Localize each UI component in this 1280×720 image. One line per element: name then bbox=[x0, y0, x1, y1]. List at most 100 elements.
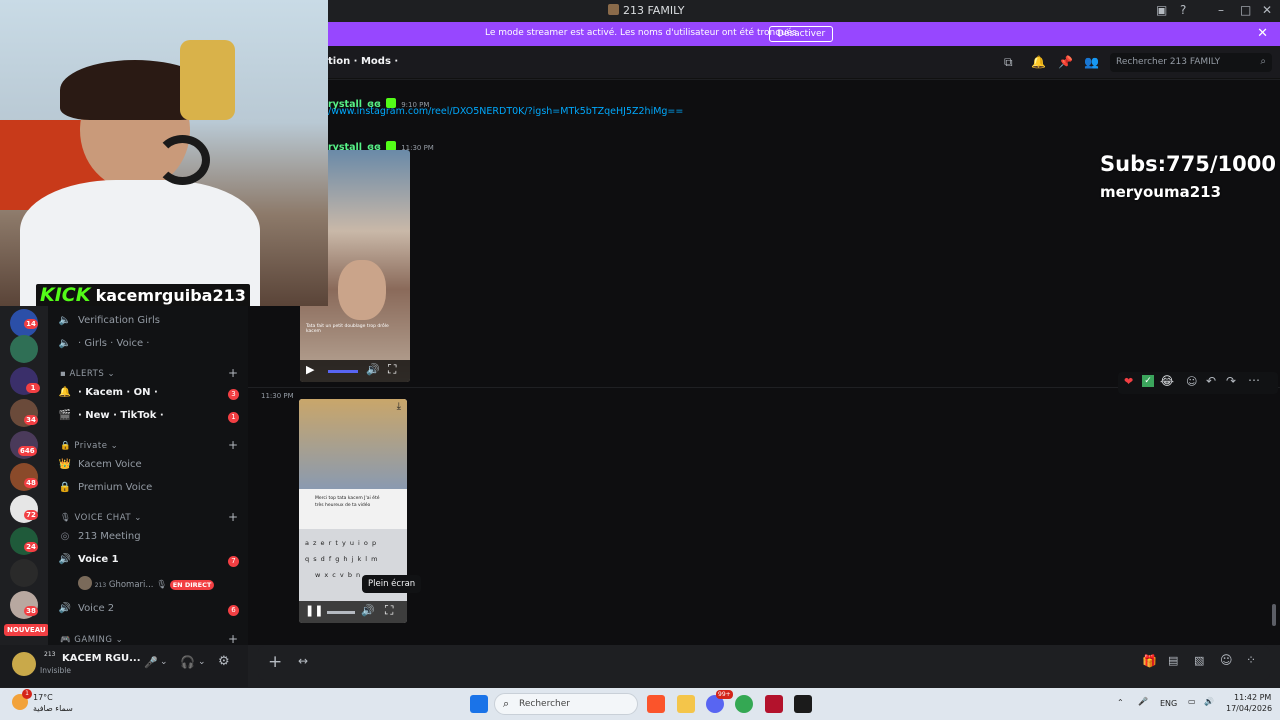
download-icon[interactable]: ⤓ bbox=[397, 401, 401, 412]
pin-icon[interactable]: 📌 bbox=[1058, 55, 1073, 69]
video-progress[interactable] bbox=[328, 370, 358, 373]
more-icon[interactable]: ⋯ bbox=[1248, 373, 1260, 387]
add-channel-icon[interactable]: + bbox=[228, 366, 238, 380]
add-reaction-icon[interactable]: ☺ bbox=[1186, 375, 1197, 388]
server-icon-9[interactable] bbox=[10, 559, 38, 587]
fullscreen-icon[interactable]: ⛶ bbox=[388, 362, 396, 377]
chevron-down-icon[interactable]: ⌄ bbox=[160, 657, 168, 667]
screen-share-icon[interactable]: ▣ bbox=[1156, 3, 1167, 17]
minimize-button[interactable]: – bbox=[1218, 3, 1224, 17]
volume-icon[interactable]: 🔊 bbox=[1204, 697, 1214, 706]
channel-213-meeting[interactable]: ◎ 213 Meeting bbox=[58, 531, 238, 549]
headphones-icon[interactable]: 🎧 bbox=[180, 655, 195, 669]
video-caption: Tata fait un petit doublage trop drôle k… bbox=[306, 324, 389, 334]
voice-user-name: Ghomari... bbox=[108, 580, 154, 590]
server-badge: 34 bbox=[24, 415, 38, 425]
attach-plus-icon[interactable]: + bbox=[268, 652, 282, 672]
language-indicator[interactable]: ENG bbox=[1160, 699, 1177, 708]
channel-breadcrumb: tion · Mods · bbox=[328, 56, 399, 67]
add-channel-icon[interactable]: + bbox=[228, 438, 238, 452]
fullscreen-icon[interactable]: ⛶ bbox=[385, 603, 393, 618]
acrobat-icon[interactable] bbox=[765, 695, 783, 713]
channel-list: 🔈 Verification Girls 🔈 · Girls · Voice · ▪… bbox=[48, 305, 248, 650]
category-alerts[interactable]: ▪ ALERTS ⌄ bbox=[60, 369, 115, 379]
channel-verification-girls[interactable]: 🔈 Verification Girls bbox=[58, 315, 238, 333]
apps-grid-icon[interactable]: ⁘ bbox=[1246, 653, 1256, 667]
channel-voice-1[interactable]: 🔊 Voice 1 bbox=[58, 554, 238, 572]
video-progress[interactable] bbox=[327, 611, 355, 614]
windows-start-icon[interactable] bbox=[470, 695, 488, 713]
crown-icon: 👑 bbox=[58, 459, 72, 470]
category-gaming[interactable]: 🎮 GAMING ⌄ bbox=[60, 635, 123, 645]
members-icon[interactable]: 👥 bbox=[1084, 55, 1099, 69]
pause-icon[interactable]: ❚❚ bbox=[305, 604, 323, 617]
channel-premium-voice[interactable]: 🔒 Premium Voice bbox=[58, 482, 238, 500]
avatar[interactable] bbox=[12, 652, 36, 676]
check-reaction-icon[interactable]: ✓ bbox=[1142, 375, 1154, 387]
bell-icon[interactable]: 🔔 bbox=[1031, 55, 1046, 69]
scrollbar[interactable] bbox=[1272, 604, 1276, 626]
chevron-down-icon[interactable]: ⌄ bbox=[198, 657, 206, 667]
latest-subscriber: meryouma213 bbox=[1100, 183, 1222, 201]
category-private[interactable]: 🔒 Private ⌄ bbox=[60, 441, 118, 451]
channel-girls-voice[interactable]: 🔈 · Girls · Voice · bbox=[58, 338, 238, 356]
server-badge: 38 bbox=[24, 606, 38, 616]
play-icon[interactable]: ▶ bbox=[306, 363, 314, 376]
microphone-icon[interactable]: 🎤 bbox=[144, 656, 158, 669]
search-icon: ⌕ bbox=[503, 697, 510, 710]
add-channel-icon[interactable]: + bbox=[228, 632, 238, 646]
chrome-icon[interactable] bbox=[735, 695, 753, 713]
threads-icon[interactable]: ⧉ bbox=[1004, 55, 1013, 70]
heart-reaction-icon[interactable]: ❤ bbox=[1124, 375, 1133, 388]
microphone-icon[interactable]: 🎤 bbox=[1138, 697, 1148, 706]
kick-app-icon[interactable] bbox=[794, 695, 812, 713]
add-channel-icon[interactable]: + bbox=[228, 510, 238, 524]
clock-date[interactable]: 17/04/2026 bbox=[1226, 704, 1272, 713]
chevron-up-icon[interactable]: ⌃ bbox=[1117, 698, 1124, 707]
server-badge: 1 bbox=[26, 383, 40, 393]
gift-icon[interactable]: 🎁 bbox=[1142, 654, 1157, 668]
apps-icon[interactable]: ↔ bbox=[298, 654, 308, 668]
channel-voice-2[interactable]: 🔊 Voice 2 bbox=[58, 603, 238, 621]
gif-icon[interactable]: ▤ bbox=[1168, 654, 1178, 667]
taskbar-search[interactable]: ⌕ Rechercher bbox=[494, 693, 638, 715]
search-input[interactable]: Rechercher 213 FAMILY ⌕ bbox=[1110, 53, 1272, 72]
brave-browser-icon[interactable] bbox=[647, 695, 665, 713]
forward-icon[interactable]: ↷ bbox=[1226, 374, 1236, 388]
search-placeholder: Rechercher 213 FAMILY bbox=[1116, 57, 1221, 67]
speaker-icon: 🔈 bbox=[58, 338, 72, 349]
channel-label: Premium Voice bbox=[78, 482, 153, 493]
volume-icon[interactable]: 🔊 bbox=[361, 604, 375, 617]
message-link[interactable]: /www.instagram.com/reel/DXO5NERDT0K/?igs… bbox=[328, 106, 683, 117]
sticker-icon[interactable]: ▧ bbox=[1194, 654, 1204, 667]
joy-reaction-icon[interactable]: 😂 bbox=[1160, 374, 1174, 388]
message-composer[interactable]: + ↔ 🎁 ▤ ▧ ☺ ⁘ bbox=[258, 646, 1270, 680]
maximize-button[interactable]: □ bbox=[1240, 3, 1251, 17]
banner-close-icon[interactable]: ✕ bbox=[1257, 26, 1268, 41]
fullscreen-tooltip: Plein écran bbox=[362, 575, 422, 593]
help-icon[interactable]: ? bbox=[1180, 3, 1186, 17]
reply-icon[interactable]: ↶ bbox=[1206, 374, 1216, 388]
category-voice-chat[interactable]: 🎙 VOICE CHAT ⌄ bbox=[60, 513, 142, 523]
category-label: GAMING bbox=[74, 635, 113, 645]
voice-user[interactable]: 213 Ghomari... 🎙 EN DIRECT bbox=[78, 576, 238, 594]
channel-new-tiktok[interactable]: 🎬 · New · TikTok · bbox=[58, 410, 238, 428]
video-top bbox=[299, 399, 407, 489]
clock-time[interactable]: 11:42 PM bbox=[1234, 693, 1271, 702]
user-name: KACEM RGU... bbox=[62, 653, 141, 664]
channel-badge: 6 bbox=[228, 605, 239, 616]
speaker-icon: 🔊 bbox=[58, 603, 72, 614]
settings-gear-icon[interactable]: ⚙ bbox=[218, 654, 230, 669]
close-window-button[interactable]: ✕ bbox=[1262, 3, 1272, 17]
emoji-icon[interactable]: ☺ bbox=[1220, 653, 1233, 667]
volume-icon[interactable]: 🔊 bbox=[366, 363, 380, 376]
video-text: Merci top tata kacem J'ai été très heure… bbox=[315, 496, 380, 508]
network-icon[interactable]: ▭ bbox=[1188, 697, 1196, 706]
channel-kacem-on[interactable]: 🔔 · Kacem · ON · bbox=[58, 387, 238, 405]
server-icon-2[interactable] bbox=[10, 335, 38, 363]
weather-badge: 1 bbox=[22, 689, 32, 699]
file-explorer-icon[interactable] bbox=[677, 695, 695, 713]
keyboard-row: q s d f g h j k l m bbox=[305, 555, 379, 563]
disable-streamer-button[interactable]: Désactiver bbox=[769, 26, 834, 42]
channel-kacem-voice[interactable]: 👑 Kacem Voice bbox=[58, 459, 238, 477]
